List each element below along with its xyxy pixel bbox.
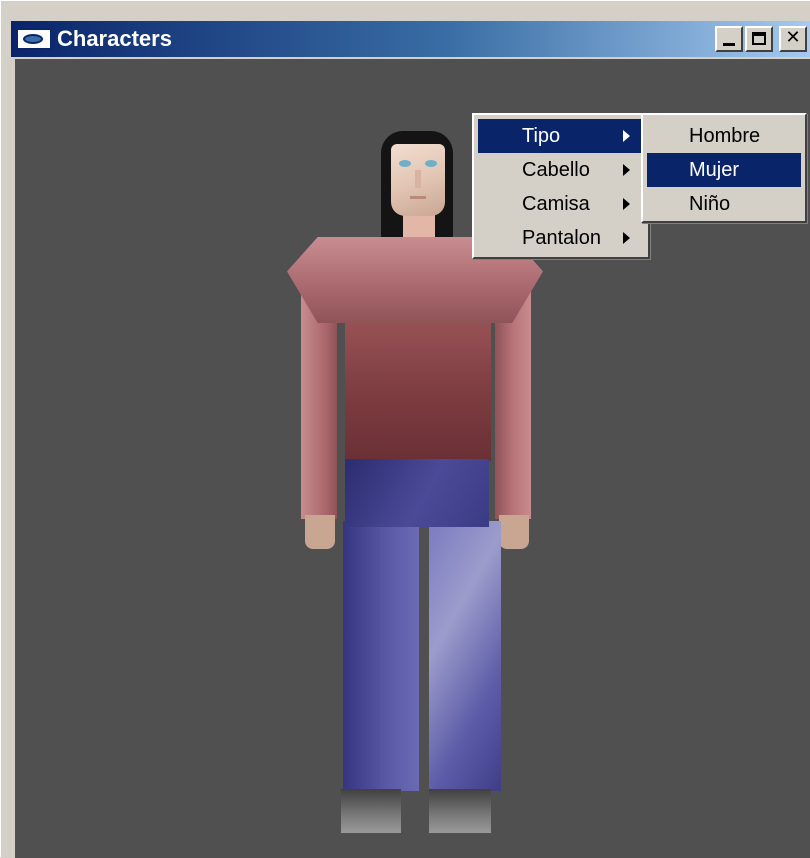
character-left-shoe [341, 789, 401, 833]
application-window: Characters ✕ Tipo Cabello Camisa Pantalo… [0, 0, 810, 858]
menu-item-label: Camisa [522, 193, 590, 215]
submenu-item-label: Niño [689, 193, 731, 215]
minimize-button[interactable] [715, 26, 743, 52]
close-icon: ✕ [785, 27, 801, 48]
submenu-tipo: Hombre Mujer Niño [641, 113, 807, 223]
submenu-item-nino[interactable]: Niño [647, 187, 801, 221]
character-left-hand [305, 515, 335, 549]
app-icon[interactable] [17, 29, 51, 49]
menu-item-label: Tipo [522, 125, 561, 147]
maximize-icon [752, 32, 766, 45]
submenu-arrow-icon [623, 232, 630, 244]
character-pants [345, 459, 489, 527]
submenu-item-mujer[interactable]: Mujer [647, 153, 801, 187]
character-left-leg [343, 521, 419, 791]
close-button[interactable]: ✕ [779, 26, 807, 52]
menu-item-cabello[interactable]: Cabello [478, 153, 644, 187]
character-face [391, 144, 445, 216]
maximize-button[interactable] [745, 26, 773, 52]
menu-item-tipo[interactable]: Tipo [478, 119, 644, 153]
submenu-item-label: Mujer [689, 159, 740, 181]
menu-item-pantalon[interactable]: Pantalon [478, 221, 644, 255]
character-shirt [345, 299, 491, 461]
submenu-item-label: Hombre [689, 125, 761, 147]
submenu-arrow-icon [623, 130, 630, 142]
character-right-shoe [429, 789, 491, 833]
menu-item-camisa[interactable]: Camisa [478, 187, 644, 221]
submenu-arrow-icon [623, 164, 630, 176]
context-menu: Tipo Cabello Camisa Pantalon [472, 113, 650, 259]
character-right-hand [499, 515, 529, 549]
menu-item-label: Cabello [522, 159, 590, 181]
character-right-leg [429, 521, 501, 791]
menu-item-label: Pantalon [522, 227, 601, 249]
minimize-icon [723, 43, 735, 46]
submenu-arrow-icon [623, 198, 630, 210]
submenu-item-hombre[interactable]: Hombre [647, 119, 801, 153]
title-bar[interactable]: Characters ✕ [11, 21, 810, 57]
window-title: Characters [57, 26, 172, 51]
